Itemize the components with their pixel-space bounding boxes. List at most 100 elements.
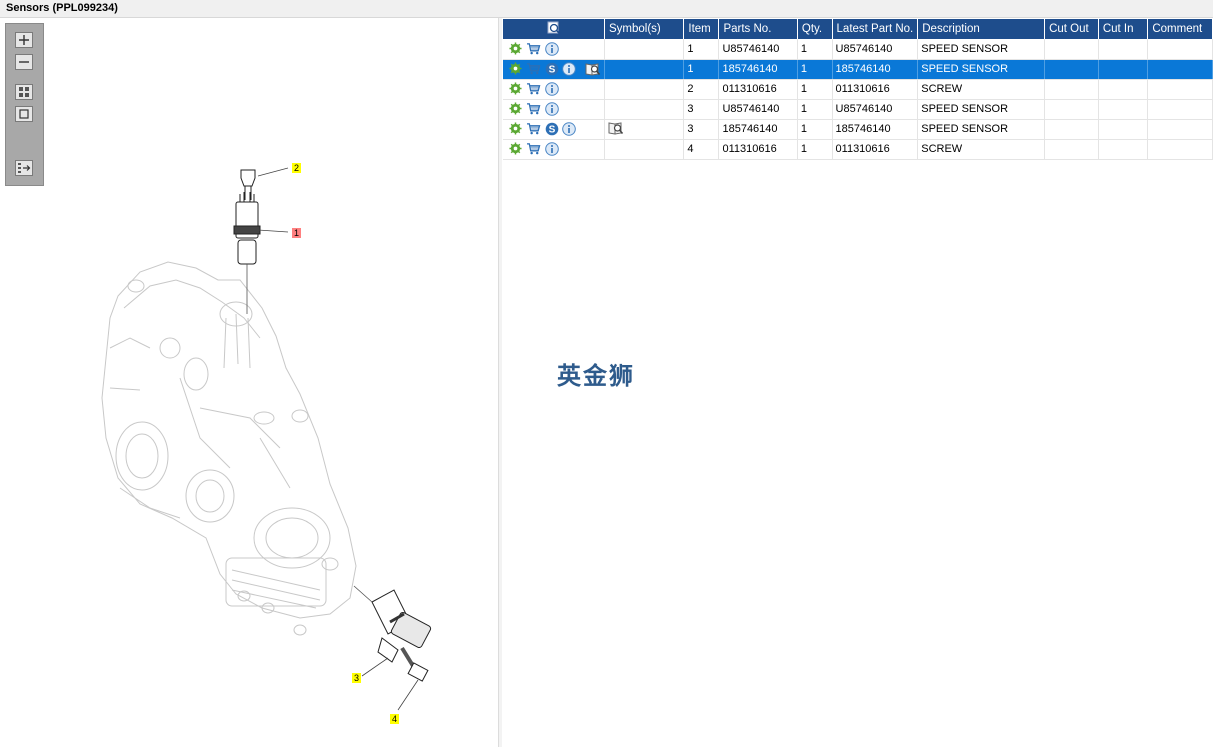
table-row[interactable]: S 1 185746140 1 185746140 SPEED SENSOR [503, 59, 1213, 80]
fit-all-button[interactable] [15, 84, 33, 100]
gear-icon[interactable] [509, 82, 523, 96]
cell-item: 1 [683, 59, 720, 80]
gear-icon[interactable] [509, 62, 523, 76]
table-row[interactable]: 2 011310616 1 011310616 SCREW [503, 79, 1213, 100]
callout-item-3[interactable]: 3 [352, 673, 361, 683]
row-actions: S [503, 119, 605, 140]
cell-qty: 1 [797, 139, 833, 160]
row-actions: S [503, 59, 605, 80]
supersession-s-icon[interactable]: S [545, 62, 559, 76]
cart-icon[interactable] [526, 42, 542, 56]
square-icon [18, 108, 30, 120]
cell-comment [1147, 119, 1213, 140]
table-row[interactable]: S 3 185746140 1 185746140 SPEED SENSOR [503, 119, 1213, 140]
cart-icon[interactable] [526, 142, 542, 156]
column-header-latest-part-no[interactable]: Latest Part No. [832, 19, 919, 39]
table-row[interactable]: 1 U85746140 1 U85746140 SPEED SENSOR [503, 39, 1213, 60]
row-actions [503, 79, 605, 100]
cell-item: 3 [683, 99, 720, 120]
callout-item-1[interactable]: 1 [292, 228, 301, 238]
zoom-out-button[interactable] [15, 54, 33, 70]
cell-latest-part-no: 011310616 [832, 79, 919, 100]
cell-cut-out [1044, 59, 1099, 80]
info-icon[interactable] [562, 62, 576, 76]
parts-list-pane: Symbol(s) Item Parts No. Qty. Latest Par… [502, 18, 1213, 747]
cart-icon[interactable] [526, 102, 542, 116]
cell-description: SPEED SENSOR [917, 99, 1046, 120]
search-parts-icon [547, 21, 561, 38]
cell-comment [1147, 59, 1213, 80]
illustration-pane[interactable]: 2 1 3 4 [0, 18, 499, 747]
cell-latest-part-no: 185746140 [832, 119, 919, 140]
export-button[interactable] [15, 160, 33, 176]
cell-symbols [604, 39, 685, 60]
column-header-actions[interactable] [503, 19, 605, 39]
info-icon[interactable] [545, 41, 559, 56]
cell-description: SCREW [917, 139, 1046, 160]
column-header-symbols[interactable]: Symbol(s) [604, 19, 685, 39]
cell-symbols [604, 99, 685, 120]
column-header-description[interactable]: Description [917, 19, 1046, 39]
table-header-row: Symbol(s) Item Parts No. Qty. Latest Par… [503, 19, 1213, 39]
view-document-icon[interactable] [608, 121, 624, 135]
column-header-qty[interactable]: Qty. [797, 19, 833, 39]
gear-icon[interactable] [509, 42, 523, 56]
info-icon[interactable] [545, 102, 559, 116]
cell-parts-no: 011310616 [718, 79, 798, 100]
cell-symbols [604, 79, 685, 100]
view-document-icon[interactable] [585, 62, 601, 76]
info-icon[interactable] [562, 122, 576, 136]
list-arrow-icon [17, 162, 31, 174]
row-actions [503, 39, 605, 60]
cell-symbols [604, 59, 685, 80]
column-header-cut-out[interactable]: Cut Out [1044, 19, 1099, 39]
cell-comment [1147, 39, 1213, 60]
grid-icon [18, 86, 30, 98]
cell-qty: 1 [797, 99, 833, 120]
column-header-cut-in[interactable]: Cut In [1098, 19, 1149, 39]
cart-icon[interactable] [526, 122, 542, 136]
zoom-in-button[interactable] [15, 32, 33, 48]
cell-cut-out [1044, 139, 1099, 160]
info-icon[interactable] [545, 82, 559, 96]
table-row[interactable]: 3 U85746140 1 U85746140 SPEED SENSOR [503, 99, 1213, 120]
callout-item-2[interactable]: 2 [292, 163, 301, 173]
cell-description: SPEED SENSOR [917, 119, 1046, 140]
supersession-s-icon[interactable]: S [545, 122, 559, 136]
callout-item-4[interactable]: 4 [390, 714, 399, 724]
cell-cut-in [1098, 119, 1149, 140]
cell-description: SCREW [917, 79, 1046, 100]
cell-cut-in [1098, 79, 1149, 100]
cell-parts-no: 185746140 [718, 119, 798, 140]
cell-symbols [604, 139, 685, 160]
cart-icon[interactable] [526, 62, 542, 76]
column-header-item[interactable]: Item [683, 19, 720, 39]
cell-item: 4 [683, 139, 720, 160]
cell-latest-part-no: U85746140 [832, 39, 919, 60]
exploded-view-drawing [101, 167, 432, 711]
cell-cut-in [1098, 99, 1149, 120]
cell-item: 1 [683, 39, 720, 60]
column-header-comment[interactable]: Comment [1147, 19, 1213, 39]
gear-icon[interactable] [509, 122, 523, 136]
gear-icon[interactable] [509, 142, 523, 156]
actual-size-button[interactable] [15, 106, 33, 122]
cell-cut-in [1098, 139, 1149, 160]
cell-parts-no: 185746140 [718, 59, 798, 80]
minus-icon [18, 56, 30, 68]
cart-icon[interactable] [526, 82, 542, 96]
cell-latest-part-no: 011310616 [832, 139, 919, 160]
gear-icon[interactable] [509, 102, 523, 116]
cell-qty: 1 [797, 59, 833, 80]
row-actions [503, 139, 605, 160]
column-header-parts-no[interactable]: Parts No. [718, 19, 798, 39]
table-row[interactable]: 4 011310616 1 011310616 SCREW [503, 139, 1213, 160]
cell-latest-part-no: U85746140 [832, 99, 919, 120]
cell-cut-in [1098, 59, 1149, 80]
info-icon[interactable] [545, 142, 559, 156]
cell-latest-part-no: 185746140 [832, 59, 919, 80]
row-actions [503, 99, 605, 120]
svg-text:S: S [549, 65, 556, 76]
viewer-toolbar [5, 23, 44, 186]
cell-cut-out [1044, 99, 1099, 120]
